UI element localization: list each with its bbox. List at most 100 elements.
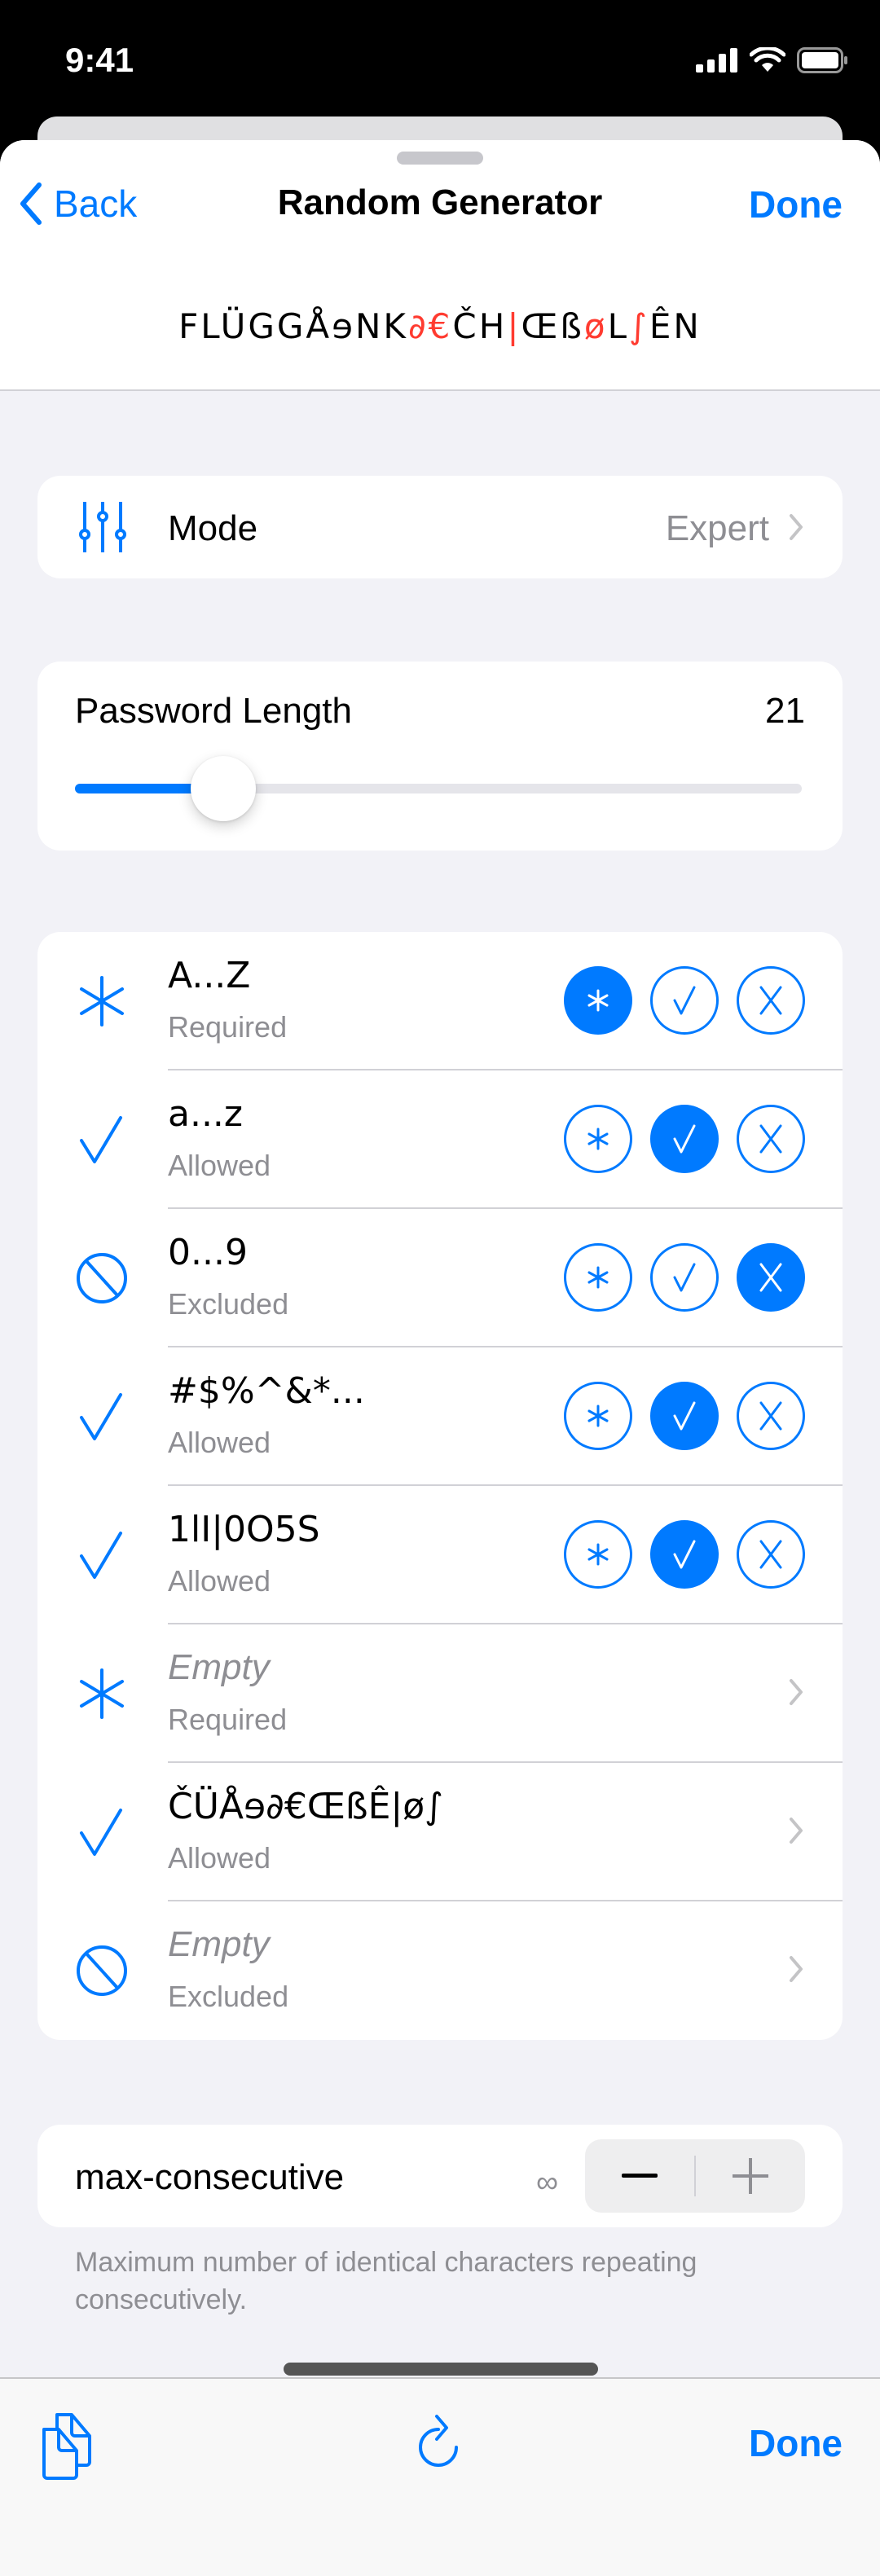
password-segment: ø — [583, 306, 608, 346]
character-set-row[interactable]: #$%^&*... Allowed — [37, 1347, 843, 1486]
prohibited-icon — [75, 1251, 129, 1305]
set-allowed-toggle[interactable] — [650, 1243, 719, 1312]
password-length-slider[interactable] — [75, 756, 802, 821]
chevron-right-icon — [789, 1817, 803, 1848]
password-segment: Œß — [521, 306, 584, 346]
max-consecutive-label: max-consecutive — [75, 2157, 345, 2197]
toolbar-done-button[interactable]: Done — [749, 2421, 843, 2465]
chevron-right-icon — [789, 1678, 803, 1710]
set-excluded-toggle[interactable] — [737, 966, 805, 1035]
done-button[interactable]: Done — [749, 182, 843, 226]
password-segment: | — [507, 306, 521, 346]
status-icons — [696, 47, 849, 73]
password-segment: ÊN — [649, 306, 702, 346]
slider-fill — [75, 784, 199, 793]
checkmark-icon — [75, 1805, 129, 1859]
mode-value: Expert — [665, 508, 769, 548]
character-set-status: Allowed — [168, 1841, 271, 1875]
set-excluded-toggle[interactable] — [737, 1382, 805, 1450]
character-set-status: Required — [168, 1703, 288, 1736]
max-consecutive-row: max-consecutive ∞ — [37, 2125, 843, 2227]
battery-icon — [797, 47, 847, 73]
random-generator-sheet: Back Random Generator Done FLÜGGÅɘNK∂€ČH… — [0, 140, 880, 2576]
home-indicator — [284, 2363, 598, 2376]
password-length-value: 21 — [765, 691, 805, 731]
password-length-card: Password Length 21 — [37, 662, 843, 851]
set-required-toggle[interactable] — [564, 1243, 632, 1312]
character-set-status: Excluded — [168, 1287, 289, 1321]
asterisk-icon — [75, 974, 129, 1028]
copy-button[interactable] — [41, 2411, 98, 2484]
set-required-toggle[interactable] — [564, 1105, 632, 1173]
character-set-row[interactable]: a...z Allowed — [37, 1070, 843, 1209]
password-segment: ∂€ — [407, 306, 453, 346]
set-allowed-toggle[interactable] — [650, 1520, 719, 1589]
set-excluded-toggle[interactable] — [737, 1520, 805, 1589]
set-allowed-toggle[interactable] — [650, 1382, 719, 1450]
password-segment: FLÜGGÅɘNK — [178, 306, 408, 346]
character-set-row[interactable]: A...Z Required — [37, 932, 843, 1070]
checkmark-icon — [75, 1528, 129, 1582]
character-set-title: 0...9 — [168, 1232, 248, 1273]
checkmark-icon — [75, 1113, 129, 1167]
minus-icon — [622, 2174, 658, 2178]
sheet-grabber[interactable] — [397, 152, 483, 165]
password-length-label: Password Length — [75, 691, 352, 731]
bottom-toolbar: Done — [0, 2377, 880, 2576]
set-required-toggle[interactable] — [564, 1382, 632, 1450]
character-set-status: Excluded — [168, 1980, 289, 2013]
chevron-right-icon — [790, 514, 803, 540]
plus-icon — [733, 2158, 768, 2194]
set-required-toggle[interactable] — [564, 1520, 632, 1589]
character-set-title: Empty — [168, 1647, 270, 1687]
character-set-title: 1lI|0O5S — [168, 1509, 320, 1550]
sliders-icon — [79, 502, 126, 552]
character-set-row[interactable]: Empty Required — [37, 1624, 843, 1763]
chevron-right-icon — [789, 1955, 803, 1987]
sheet-header: Back Random Generator Done FLÜGGÅɘNK∂€ČH… — [0, 140, 880, 391]
refresh-icon — [419, 2415, 458, 2467]
increment-button[interactable] — [696, 2139, 805, 2213]
character-set-status: Allowed — [168, 1564, 271, 1598]
character-set-title: a...z — [168, 1093, 244, 1135]
status-time: 9:41 — [65, 41, 134, 79]
prohibited-icon — [75, 1944, 129, 1998]
chevron-left-icon — [20, 182, 42, 225]
copy-documents-icon — [42, 2413, 91, 2480]
character-set-row[interactable]: Empty Excluded — [37, 1901, 843, 2040]
back-label: Back — [54, 182, 138, 225]
character-set-status: Allowed — [168, 1426, 271, 1459]
generated-password[interactable]: FLÜGGÅɘNK∂€ČH|ŒßøL∫ÊN — [0, 306, 880, 346]
character-set-title: A...Z — [168, 955, 251, 996]
password-segment: ČH — [452, 306, 508, 346]
password-segment: L — [607, 306, 629, 346]
character-set-row[interactable]: ČÜÅɘ∂€ŒßÊ|ø∫ Allowed — [37, 1763, 843, 1901]
wifi-icon — [750, 47, 785, 72]
slider-thumb[interactable] — [190, 756, 256, 821]
back-button[interactable]: Back — [18, 179, 137, 228]
set-required-toggle[interactable] — [564, 966, 632, 1035]
checkmark-icon — [75, 1390, 129, 1444]
decrement-button[interactable] — [585, 2139, 694, 2213]
mode-row[interactable]: Mode Expert — [37, 476, 843, 578]
set-excluded-toggle[interactable] — [737, 1105, 805, 1173]
set-allowed-toggle[interactable] — [650, 966, 719, 1035]
max-consecutive-description: Maximum number of identical characters r… — [75, 2247, 697, 2315]
character-set-status: Allowed — [168, 1149, 271, 1182]
set-excluded-toggle[interactable] — [737, 1243, 805, 1312]
character-sets-list: A...Z Required a...z Allowed 0...9 Excluded #$… — [37, 932, 843, 2040]
regenerate-button[interactable] — [414, 2413, 466, 2479]
set-allowed-toggle[interactable] — [650, 1105, 719, 1173]
max-consecutive-stepper[interactable] — [585, 2139, 805, 2213]
character-set-title: #$%^&*... — [168, 1370, 365, 1412]
cellular-signal-icon — [696, 48, 737, 73]
status-bar: 9:41 — [0, 0, 880, 122]
max-consecutive-value: ∞ — [536, 2165, 559, 2200]
character-set-title: Empty — [168, 1924, 270, 1964]
character-set-row[interactable]: 1lI|0O5S Allowed — [37, 1486, 843, 1624]
mode-label: Mode — [168, 508, 258, 548]
character-set-title: ČÜÅɘ∂€ŒßÊ|ø∫ — [168, 1786, 444, 1827]
character-set-row[interactable]: 0...9 Excluded — [37, 1209, 843, 1347]
asterisk-icon — [75, 1667, 129, 1721]
character-set-status: Required — [168, 1010, 288, 1044]
